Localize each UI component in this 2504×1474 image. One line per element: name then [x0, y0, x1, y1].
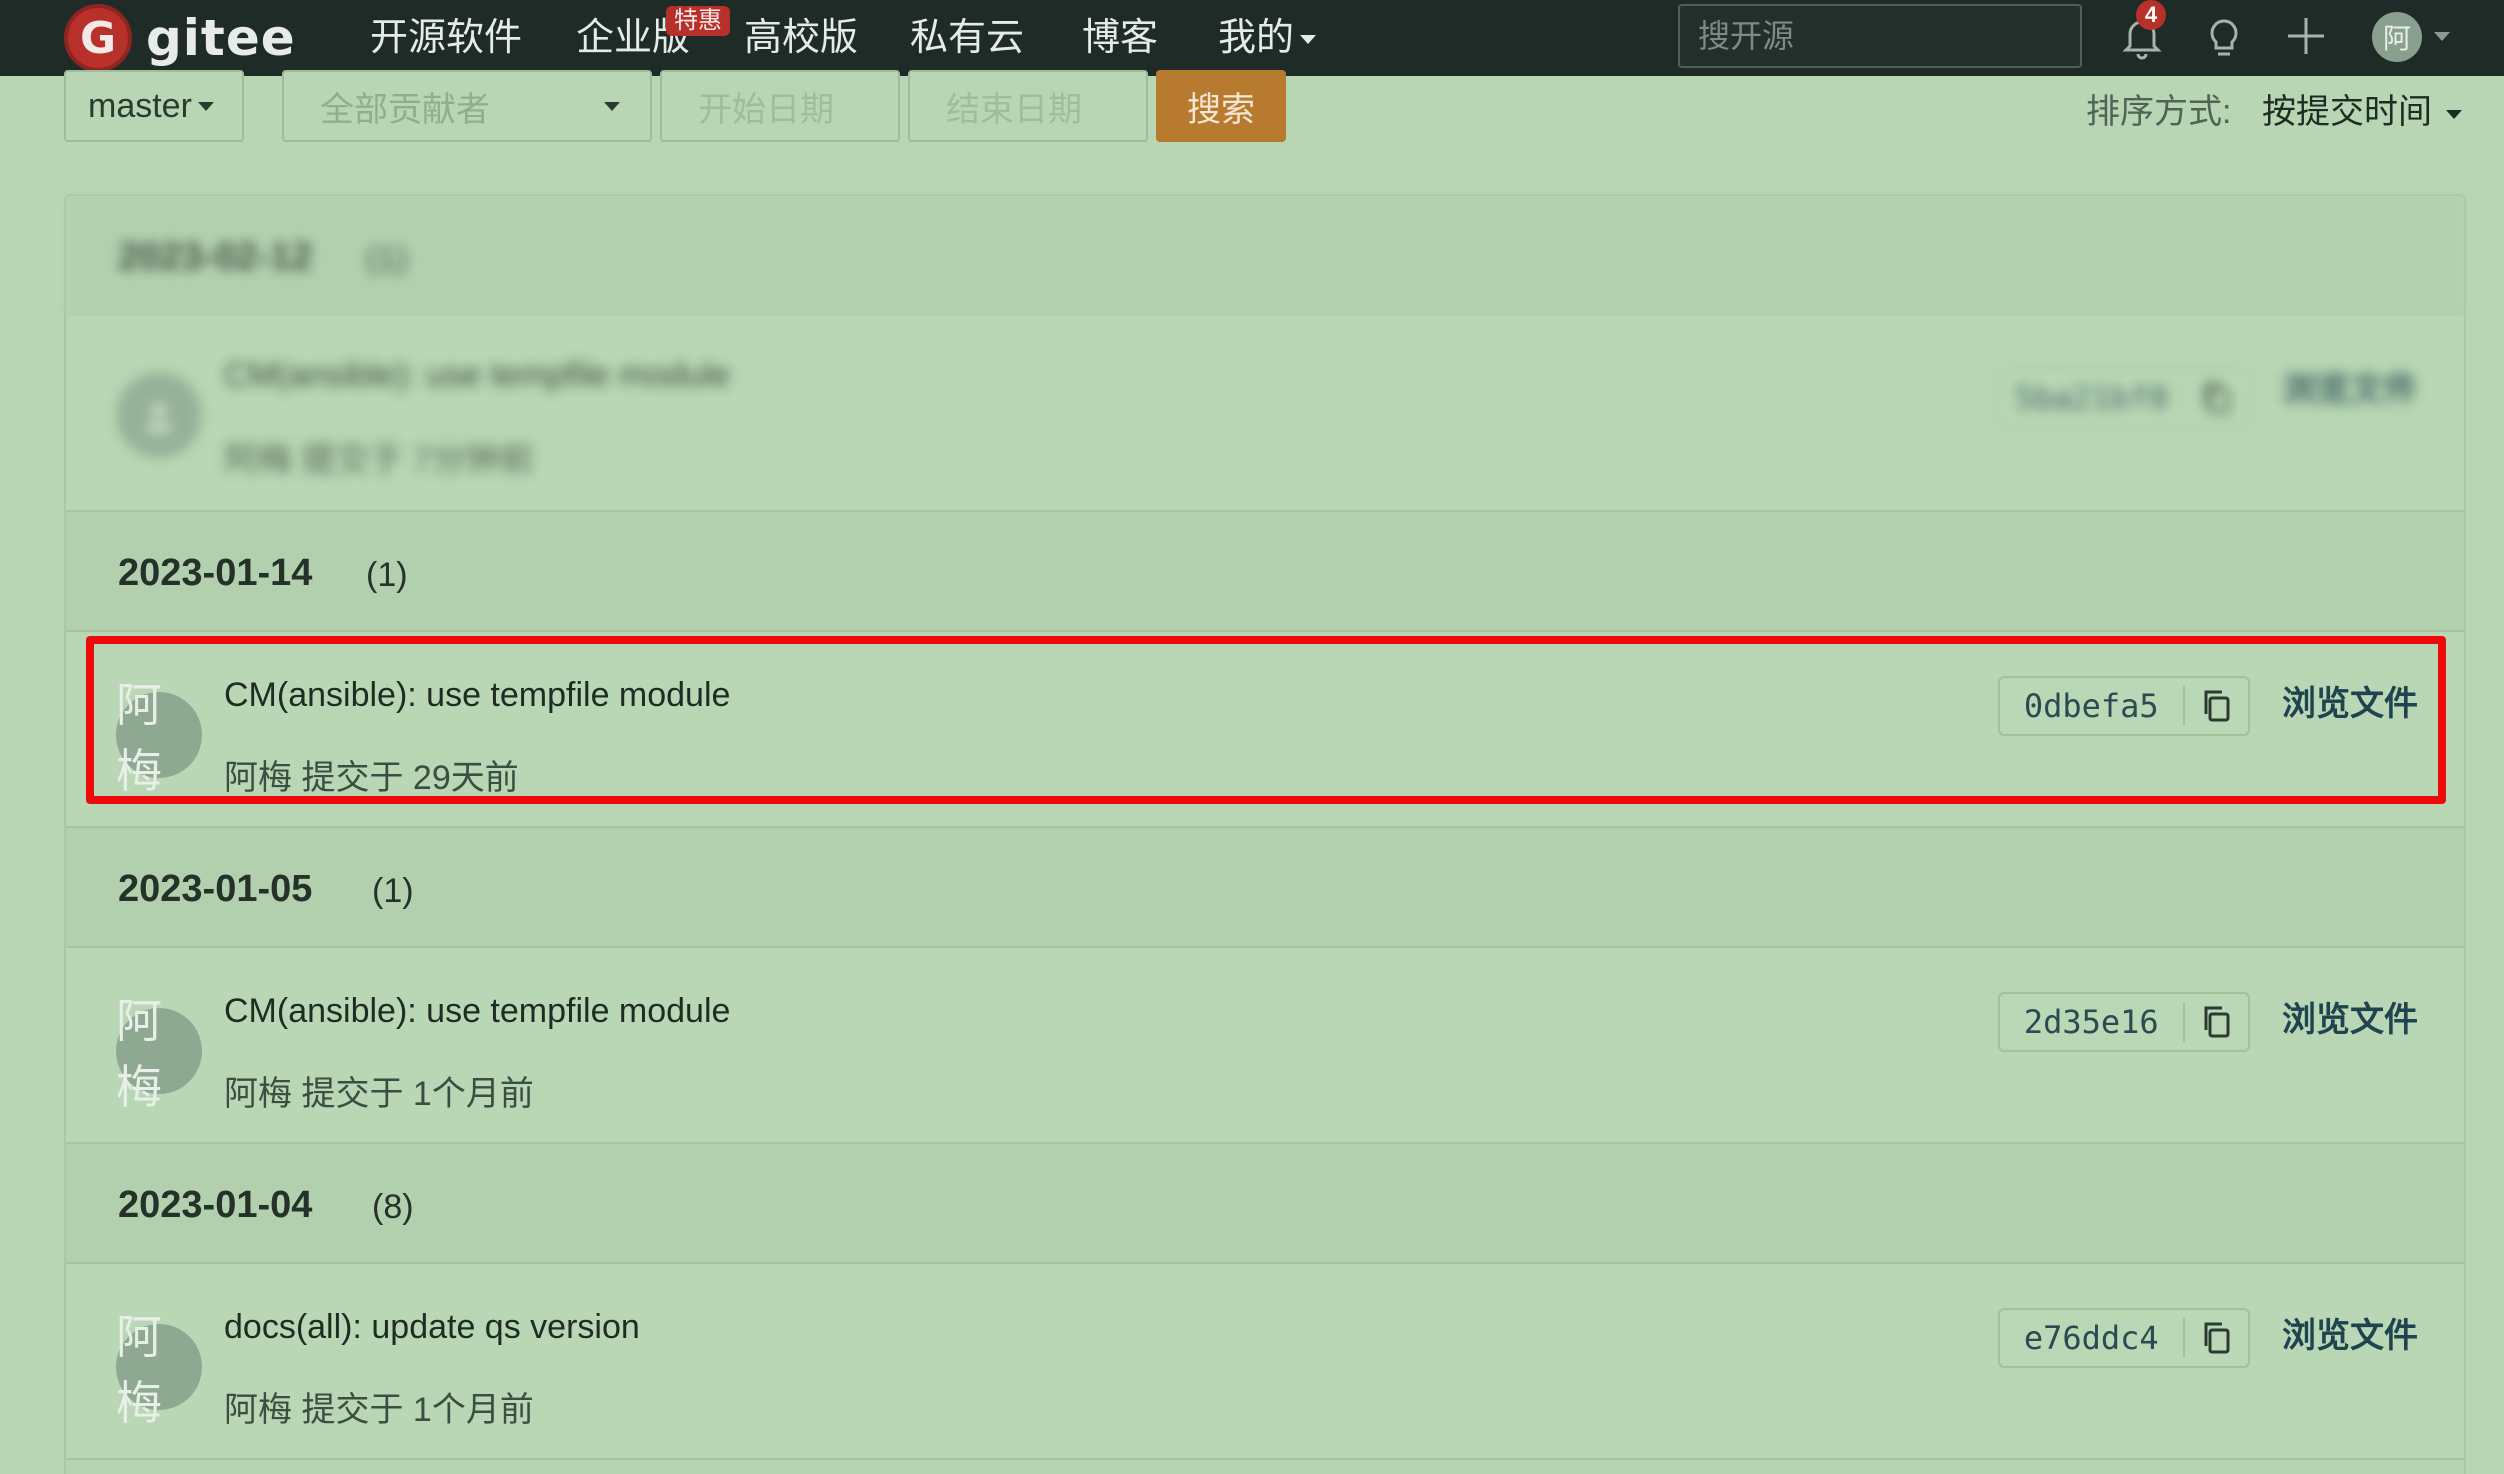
- chevron-down-icon: [197, 101, 214, 111]
- browse-files-link[interactable]: 浏览文件: [2282, 992, 2418, 1041]
- commit-title[interactable]: CM(ansible): use tempfile module: [224, 676, 730, 715]
- commit-author-avatar[interactable]: 阿梅: [116, 1311, 202, 1429]
- branch-selector[interactable]: master: [64, 70, 244, 142]
- gitee-logo-text: gitee: [146, 9, 296, 67]
- sort-value: 按提交时间: [2262, 93, 2432, 131]
- commit-list-panel: 2023-02-12 (1) CM(ansible): use tempfile…: [64, 194, 2466, 1474]
- plus-icon[interactable]: [2282, 12, 2330, 60]
- commit-row: 阿梅 CM(ansible): use tempfile module 阿梅 提…: [66, 632, 2464, 828]
- copy-icon[interactable]: [2185, 676, 2248, 736]
- copy-icon[interactable]: [2185, 368, 2248, 428]
- commit-title[interactable]: docs(all): update qs version: [224, 1308, 640, 1347]
- search-button[interactable]: 搜索: [1156, 70, 1286, 142]
- commit-row: 阿梅 docs(all): update qs version 阿梅 提交于 1…: [66, 1264, 2464, 1460]
- commit-group-count: (1): [372, 872, 414, 910]
- commit-group-date: 2023-02-12: [118, 236, 313, 278]
- browse-files-link[interactable]: 浏览文件: [2282, 1308, 2418, 1357]
- commit-sha-box[interactable]: e76ddc4: [1998, 1308, 2250, 1368]
- nav-mine-label: 我的: [1218, 17, 1295, 59]
- commit-author-avatar: [116, 372, 202, 458]
- commit-sha[interactable]: 2d35e16: [2000, 1003, 2183, 1041]
- default-avatar-icon: [145, 402, 173, 433]
- commit-time: 1个月前: [412, 1075, 534, 1113]
- commit-meta: 阿梅 提交于 1个月前: [224, 1382, 534, 1431]
- commit-row: CM(ansible): use tempfile module 阿梅 提交于 …: [66, 316, 2464, 512]
- commit-group-count: (8): [372, 1188, 414, 1226]
- chevron-down-icon: [1300, 35, 1317, 45]
- notification-count-badge: 4: [2136, 0, 2166, 30]
- commit-date-group-header: 2023-01-05 (1): [66, 828, 2464, 948]
- nav-private-cloud[interactable]: 私有云: [910, 14, 1024, 62]
- commit-group-date: 2023-01-04: [118, 1184, 313, 1226]
- commit-time: 7分钟前: [412, 441, 534, 479]
- sort-label: 排序方式:: [2086, 93, 2232, 131]
- commit-author[interactable]: 阿梅: [224, 759, 292, 797]
- nav-university[interactable]: 高校版: [744, 14, 858, 62]
- commit-action: 提交于: [301, 441, 404, 479]
- sort-dropdown[interactable]: 按提交时间: [2262, 84, 2462, 133]
- end-date-input[interactable]: 结束日期: [908, 70, 1148, 142]
- browse-files-link[interactable]: 浏览文件: [2282, 676, 2418, 725]
- gitee-logo[interactable]: G gitee: [64, 4, 296, 72]
- commit-author-avatar[interactable]: 阿梅: [116, 995, 202, 1113]
- contributor-filter-placeholder: 全部贡献者: [320, 90, 490, 129]
- promo-badge: 特惠: [666, 6, 730, 36]
- commit-time: 1个月前: [412, 1391, 534, 1429]
- copy-icon[interactable]: [2185, 1308, 2248, 1368]
- commit-meta: 阿梅 提交于 7分钟前: [224, 432, 534, 481]
- commit-title[interactable]: CM(ansible): use tempfile module: [224, 992, 730, 1031]
- browse-files-link[interactable]: 浏览文件: [2282, 362, 2418, 411]
- commit-title[interactable]: CM(ansible): use tempfile module: [224, 356, 730, 395]
- commit-group-count: (1): [366, 240, 408, 278]
- nav-enterprise[interactable]: 企业版 特惠: [576, 6, 730, 62]
- commit-author-avatar[interactable]: 阿梅: [116, 679, 202, 797]
- commit-date-group-header: 2023-01-04 (8): [66, 1144, 2464, 1264]
- global-search-input[interactable]: [1678, 4, 2082, 68]
- commit-time: 29天前: [412, 759, 519, 797]
- commit-meta: 阿梅 提交于 29天前: [224, 750, 519, 799]
- nav-open-source[interactable]: 开源软件: [370, 14, 522, 62]
- commit-sha[interactable]: 0dbefa5: [2000, 687, 2183, 725]
- user-avatar[interactable]: 阿: [2372, 12, 2422, 62]
- chevron-down-icon[interactable]: [2434, 32, 2450, 41]
- commit-sha-box[interactable]: 0dbefa5: [1998, 676, 2250, 736]
- nav-mine[interactable]: 我的: [1218, 14, 1317, 62]
- copy-icon[interactable]: [2185, 992, 2248, 1052]
- commit-group-count: (1): [366, 556, 408, 594]
- commit-meta: 阿梅 提交于 1个月前: [224, 1066, 534, 1115]
- commit-sha-box[interactable]: 5ba21bf0: [1998, 368, 2250, 428]
- commit-action: 提交于: [301, 1391, 404, 1429]
- commit-author[interactable]: 阿梅: [224, 441, 292, 479]
- chevron-down-icon: [2446, 109, 2462, 119]
- commit-group-date: 2023-01-14: [118, 552, 313, 594]
- top-navigation-bar: G gitee 开源软件 企业版 特惠 高校版 私有云 博客 我的 4 阿: [0, 0, 2504, 76]
- commit-action: 提交于: [301, 759, 404, 797]
- contributor-filter-dropdown[interactable]: 全部贡献者: [282, 70, 652, 142]
- commit-sha[interactable]: e76ddc4: [2000, 1319, 2183, 1357]
- commit-author[interactable]: 阿梅: [224, 1391, 292, 1429]
- gitee-logo-icon: G: [64, 4, 132, 72]
- chevron-down-icon: [604, 102, 620, 111]
- commit-row: 阿梅 CM(ansible): use tempfile module 阿梅 提…: [66, 948, 2464, 1144]
- commit-date-group-header: 2023-01-14 (1): [66, 512, 2464, 632]
- commit-action: 提交于: [301, 1075, 404, 1113]
- commit-group-date: 2023-01-05: [118, 868, 313, 910]
- commit-author[interactable]: 阿梅: [224, 1075, 292, 1113]
- nav-blog[interactable]: 博客: [1082, 14, 1158, 62]
- start-date-input[interactable]: 开始日期: [660, 70, 900, 142]
- commit-date-group-header: 2023-02-12 (1): [66, 196, 2464, 316]
- branch-name: master: [88, 86, 192, 125]
- lightbulb-icon[interactable]: [2200, 12, 2248, 60]
- commit-sha[interactable]: 5ba21bf0: [2000, 379, 2183, 417]
- commit-sha-box[interactable]: 2d35e16: [1998, 992, 2250, 1052]
